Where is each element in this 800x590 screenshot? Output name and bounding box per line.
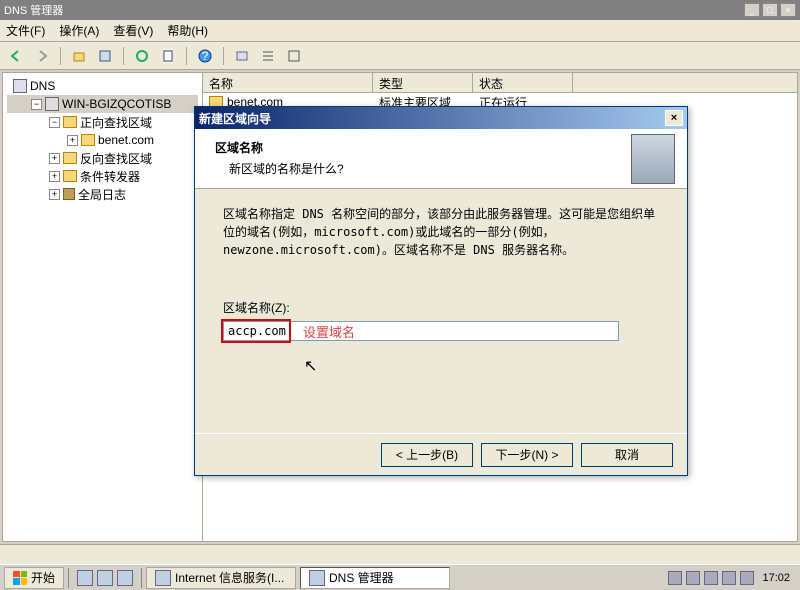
dns-icon xyxy=(309,570,325,586)
main-title: DNS 管理器 xyxy=(4,2,744,18)
collapse-icon[interactable]: − xyxy=(49,117,60,128)
taskbar: 开始 Internet 信息服务(I... DNS 管理器 17:02 xyxy=(0,564,800,590)
folder-icon xyxy=(63,152,77,164)
folder-icon xyxy=(81,134,95,146)
svg-text:?: ? xyxy=(202,49,209,63)
ql-app-icon[interactable] xyxy=(117,570,133,586)
expand-icon[interactable]: + xyxy=(49,171,60,182)
book-icon xyxy=(63,188,75,200)
col-name[interactable]: 名称 xyxy=(203,73,373,92)
new-zone-wizard-dialog: 新建区域向导 × 区域名称 新区域的名称是什么? 区域名称指定 DNS 名称空间… xyxy=(194,106,688,476)
tray-icon[interactable] xyxy=(740,571,754,585)
list-button[interactable] xyxy=(258,46,278,66)
folder-icon xyxy=(63,116,77,128)
server-icon xyxy=(45,97,59,111)
ql-desktop-icon[interactable] xyxy=(77,570,93,586)
dialog-header: 区域名称 新区域的名称是什么? xyxy=(195,129,687,189)
menu-help[interactable]: 帮助(H) xyxy=(167,22,208,39)
back-button[interactable]: < 上一步(B) xyxy=(381,443,473,467)
main-titlebar: DNS 管理器 _ □ × xyxy=(0,0,800,20)
server-image xyxy=(631,134,675,184)
col-status[interactable]: 状态 xyxy=(473,73,573,92)
tree-pane: DNS −WIN-BGIZQCOTISB −正向查找区域 +benet.com … xyxy=(3,73,203,541)
dialog-buttons: < 上一步(B) 下一步(N) > 取消 xyxy=(195,433,687,475)
dns-icon xyxy=(13,79,27,93)
start-button[interactable]: 开始 xyxy=(4,567,64,589)
expand-icon[interactable]: + xyxy=(67,135,78,146)
windows-logo-icon xyxy=(13,571,27,585)
expand-icon[interactable]: + xyxy=(49,153,60,164)
forward-button[interactable] xyxy=(32,46,52,66)
filter-button[interactable] xyxy=(232,46,252,66)
dialog-close-button[interactable]: × xyxy=(665,110,683,126)
iis-icon xyxy=(155,570,171,586)
tray-icon[interactable] xyxy=(668,571,682,585)
export-button[interactable] xyxy=(158,46,178,66)
dialog-header-title: 区域名称 xyxy=(215,139,599,156)
cancel-button[interactable]: 取消 xyxy=(581,443,673,467)
dialog-description: 区域名称指定 DNS 名称空间的部分，该部分由此服务器管理。这可能是您组织单位的… xyxy=(223,205,659,259)
minimize-button[interactable]: _ xyxy=(744,3,760,17)
quick-launch xyxy=(73,570,137,586)
tree-reverse-zones[interactable]: +反向查找区域 xyxy=(7,149,198,167)
folder-icon xyxy=(63,170,77,182)
task-iis[interactable]: Internet 信息服务(I... xyxy=(146,567,296,589)
tree-forwarders[interactable]: +条件转发器 xyxy=(7,167,198,185)
back-button[interactable] xyxy=(6,46,26,66)
expand-icon[interactable]: + xyxy=(49,189,60,200)
zone-name-label: 区域名称(Z): xyxy=(223,299,659,317)
tree-server[interactable]: −WIN-BGIZQCOTISB xyxy=(7,95,198,113)
col-type[interactable]: 类型 xyxy=(373,73,473,92)
tray-icon[interactable] xyxy=(686,571,700,585)
help-button[interactable]: ? xyxy=(195,46,215,66)
toolbar: ? xyxy=(0,42,800,70)
dialog-header-subtitle: 新区域的名称是什么? xyxy=(215,160,599,177)
menu-action[interactable]: 操作(A) xyxy=(59,22,99,39)
collapse-icon[interactable]: − xyxy=(31,99,42,110)
menubar: 文件(F) 操作(A) 查看(V) 帮助(H) xyxy=(0,20,800,42)
annotation-text: 设置域名 xyxy=(303,323,355,343)
statusbar xyxy=(0,544,800,564)
system-tray: 17:02 xyxy=(662,571,796,585)
properties-button[interactable] xyxy=(95,46,115,66)
next-button[interactable]: 下一步(N) > xyxy=(481,443,573,467)
menu-file[interactable]: 文件(F) xyxy=(6,22,45,39)
ql-explorer-icon[interactable] xyxy=(97,570,113,586)
dialog-titlebar[interactable]: 新建区域向导 × xyxy=(195,107,687,129)
list-header: 名称 类型 状态 xyxy=(203,73,797,93)
tree-logs[interactable]: +全局日志 xyxy=(7,185,198,203)
dialog-body: 区域名称指定 DNS 名称空间的部分，该部分由此服务器管理。这可能是您组织单位的… xyxy=(195,189,687,433)
up-button[interactable] xyxy=(69,46,89,66)
tray-volume-icon[interactable] xyxy=(722,571,736,585)
maximize-button[interactable]: □ xyxy=(762,3,778,17)
detail-button[interactable] xyxy=(284,46,304,66)
clock[interactable]: 17:02 xyxy=(758,572,790,584)
zone-name-input[interactable] xyxy=(223,321,619,341)
dialog-title: 新建区域向导 xyxy=(199,110,665,127)
tree-forward-zones[interactable]: −正向查找区域 xyxy=(7,113,198,131)
menu-view[interactable]: 查看(V) xyxy=(113,22,153,39)
refresh-button[interactable] xyxy=(132,46,152,66)
tree-zone-benet[interactable]: +benet.com xyxy=(7,131,198,149)
tray-network-icon[interactable] xyxy=(704,571,718,585)
task-dns[interactable]: DNS 管理器 xyxy=(300,567,450,589)
tree-root[interactable]: DNS xyxy=(7,77,198,95)
close-button[interactable]: × xyxy=(780,3,796,17)
